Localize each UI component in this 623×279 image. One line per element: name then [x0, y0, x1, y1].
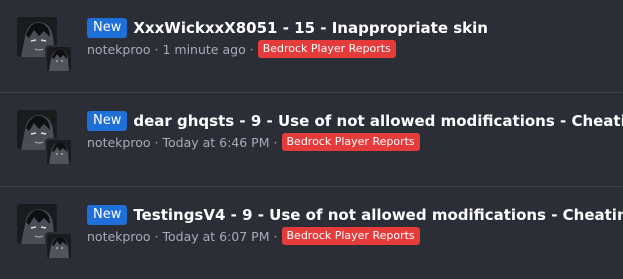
meta-separator: · [273, 134, 278, 150]
meta-separator: · [154, 41, 159, 57]
thread-title-line: New XxxWickxxX8051 - 15 - Inappropriate … [87, 18, 488, 38]
thread-title-link[interactable]: dear ghqsts - 9 - Use of not allowed mod… [133, 111, 623, 131]
avatar[interactable] [17, 110, 73, 166]
thread-row[interactable]: New dear ghqsts - 9 - Use of not allowed… [0, 93, 623, 185]
thread-title-link[interactable]: XxxWickxxX8051 - 15 - Inappropriate skin [133, 18, 488, 38]
thread-row[interactable]: New XxxWickxxX8051 - 15 - Inappropriate … [0, 0, 623, 92]
thread-row[interactable]: New TestingsV4 - 9 - Use of not allowed … [0, 187, 623, 279]
meta-separator: · [273, 228, 278, 244]
timestamp-link[interactable]: Today at 6:07 PM [162, 229, 269, 244]
meta-separator: · [154, 134, 159, 150]
author-link[interactable]: notekproo [87, 135, 151, 150]
user-avatar-small-icon [45, 138, 73, 166]
new-badge: New [87, 111, 128, 131]
avatar[interactable] [17, 17, 73, 73]
new-badge: New [87, 205, 128, 225]
meta-separator: · [154, 228, 159, 244]
thread-list: New XxxWickxxX8051 - 15 - Inappropriate … [0, 0, 623, 274]
prefix-tag[interactable]: Bedrock Player Reports [281, 227, 420, 245]
author-link[interactable]: notekproo [87, 229, 151, 244]
thread-meta: notekproo · Today at 6:46 PM · Bedrock P… [87, 133, 420, 151]
prefix-tag[interactable]: Bedrock Player Reports [257, 40, 396, 58]
meta-separator: · [249, 41, 254, 57]
thread-title-link[interactable]: TestingsV4 - 9 - Use of not allowed modi… [133, 205, 623, 225]
thread-meta: notekproo · 1 minute ago · Bedrock Playe… [87, 40, 396, 58]
new-badge: New [87, 18, 128, 38]
timestamp-link[interactable]: Today at 6:46 PM [162, 135, 269, 150]
prefix-tag[interactable]: Bedrock Player Reports [281, 133, 420, 151]
author-link[interactable]: notekproo [87, 42, 151, 57]
user-avatar-small-icon [45, 45, 73, 73]
timestamp-link[interactable]: 1 minute ago [162, 42, 245, 57]
user-avatar-small-icon [45, 232, 73, 260]
thread-meta: notekproo · Today at 6:07 PM · Bedrock P… [87, 227, 420, 245]
thread-title-line: New TestingsV4 - 9 - Use of not allowed … [87, 205, 623, 225]
thread-title-line: New dear ghqsts - 9 - Use of not allowed… [87, 111, 623, 131]
avatar[interactable] [17, 204, 73, 260]
